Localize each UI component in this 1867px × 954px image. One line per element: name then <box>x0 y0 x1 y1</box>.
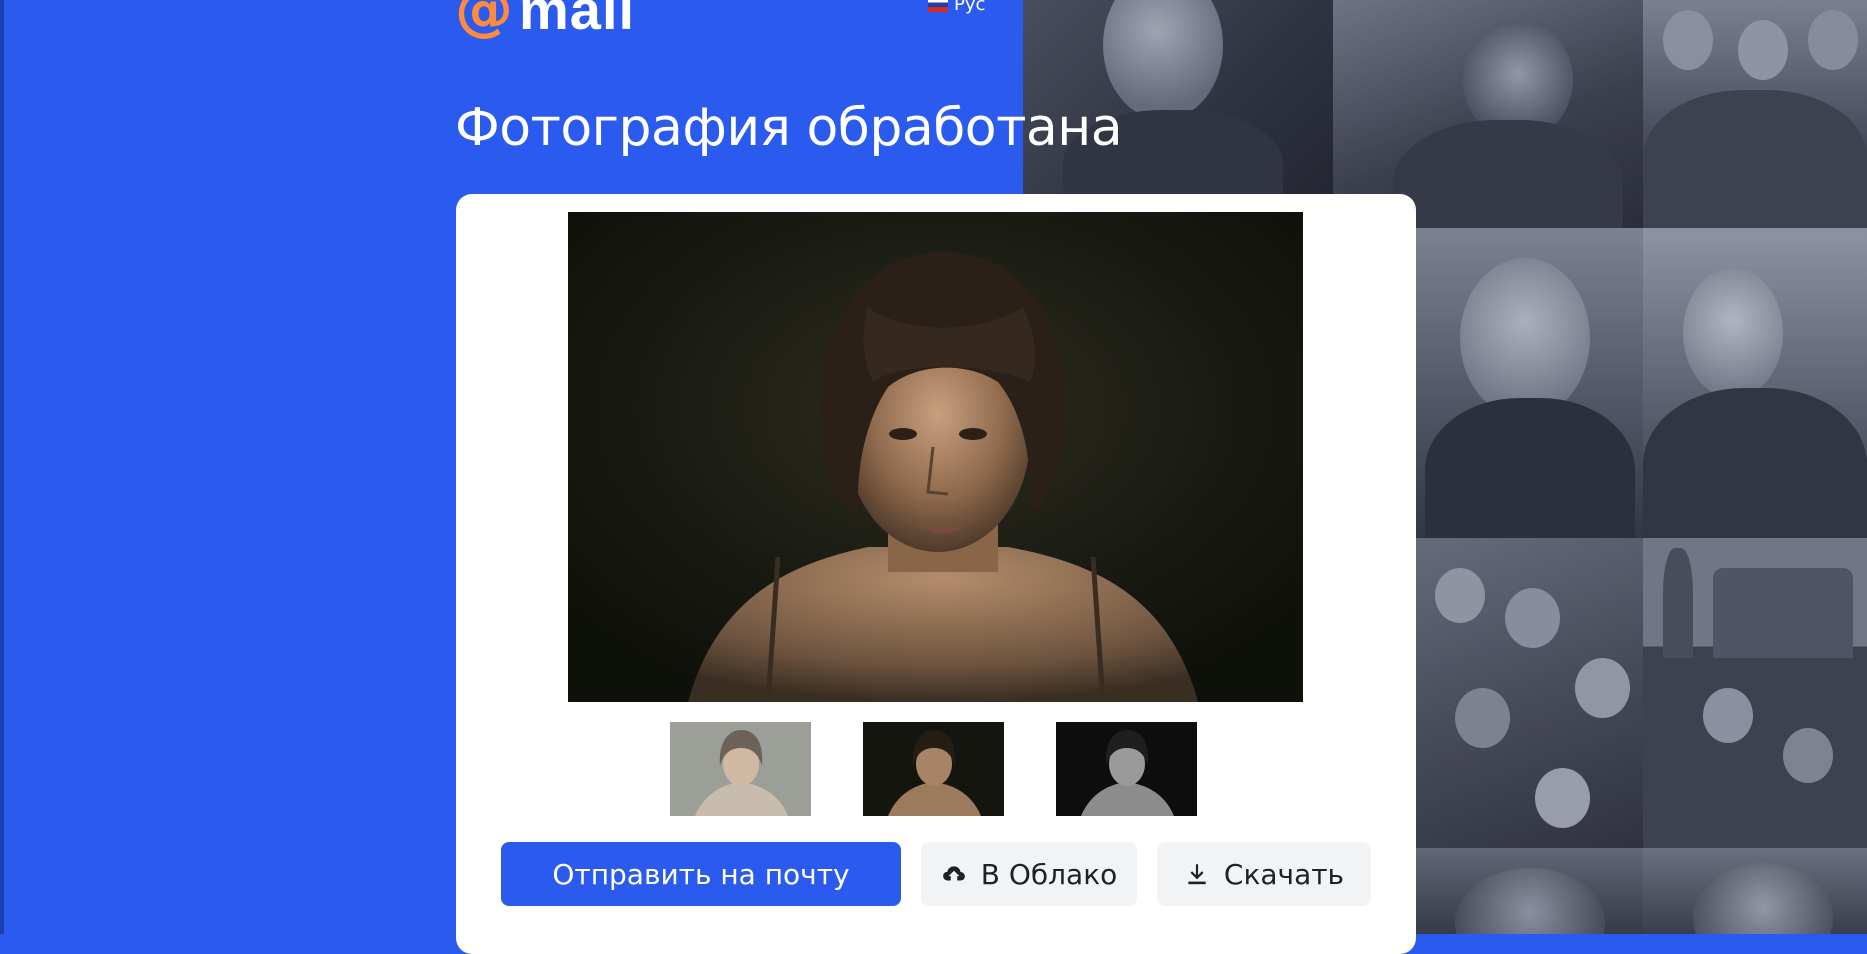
mosaic-photo-soldiers-group <box>1415 538 1643 848</box>
send-to-email-button[interactable]: Отправить на почту <box>501 842 901 906</box>
russia-flag-icon <box>928 0 948 12</box>
save-to-cloud-label: В Облако <box>980 857 1118 891</box>
language-switcher[interactable]: Рус <box>928 0 985 15</box>
action-buttons: Отправить на почту В Облако Скачать <box>501 842 1371 906</box>
download-label: Скачать <box>1223 857 1345 891</box>
mosaic-photo-pilot-goggles-1 <box>1415 848 1643 934</box>
cloud-upload-icon <box>942 866 965 881</box>
processed-photo-preview <box>568 212 1303 702</box>
page-title: Фотография обработана <box>455 98 1123 158</box>
mosaic-photo-veteran-officer <box>1415 228 1643 538</box>
logo-at-symbol: @ <box>455 0 513 43</box>
mail-logo[interactable]: @ mail <box>455 0 635 38</box>
variant-thumbnail-light[interactable] <box>670 722 811 816</box>
window-left-edge <box>0 0 4 934</box>
download-button[interactable]: Скачать <box>1157 842 1371 906</box>
send-to-email-label: Отправить на почту <box>552 857 850 891</box>
logo-wordmark: mail <box>519 0 636 41</box>
variant-thumbnail-color[interactable] <box>863 722 1004 816</box>
mosaic-photo-pilot-goggles-2 <box>1643 848 1867 934</box>
download-icon <box>1188 864 1206 885</box>
save-to-cloud-button[interactable]: В Облако <box>921 842 1137 906</box>
language-label: Рус <box>954 0 986 15</box>
variant-thumbnails <box>670 722 1197 816</box>
mosaic-photo-pilots <box>1643 0 1867 228</box>
portrait-image <box>568 212 1303 702</box>
variant-thumbnail-bw[interactable] <box>1056 722 1197 816</box>
mosaic-photo-woman-medals <box>1643 228 1867 538</box>
result-card: Отправить на почту В Облако Скачать <box>456 194 1416 954</box>
mosaic-photo-red-square-crowd <box>1643 538 1867 848</box>
